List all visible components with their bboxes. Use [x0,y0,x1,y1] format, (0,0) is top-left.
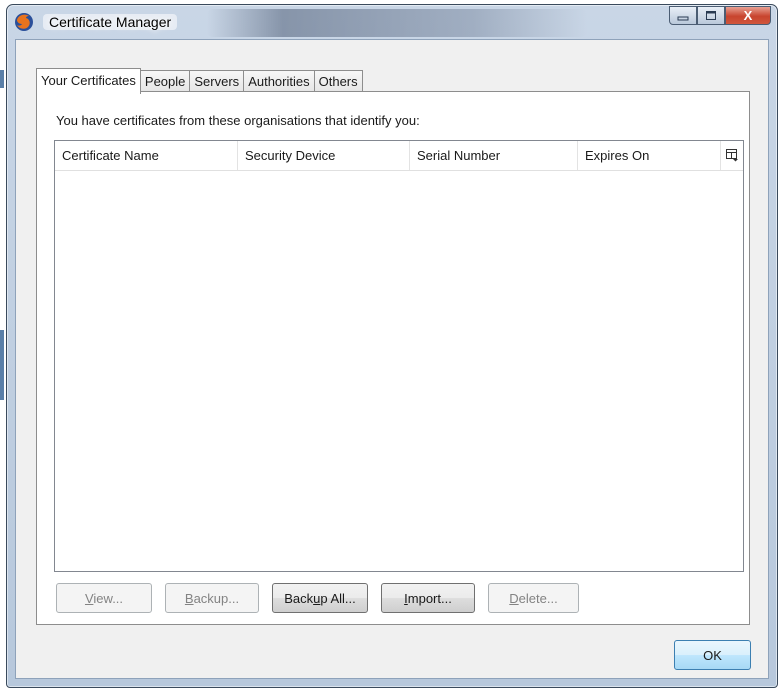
accesskey-letter: D [509,590,519,606]
backup-button[interactable]: Backup... [165,583,259,613]
column-header-expires-on[interactable]: Expires On [578,141,721,170]
close-icon: X [743,8,753,23]
maximize-icon [706,10,716,20]
minimize-button[interactable] [669,6,697,25]
button-label: Delete... [509,590,558,606]
column-header-security-device[interactable]: Security Device [238,141,410,170]
tab-servers[interactable]: Servers [189,70,245,93]
column-picker-icon[interactable] [725,148,739,162]
accesskey-letter: u [313,590,321,606]
action-buttons: View... Backup... Backup All... Import..… [56,583,592,613]
tab-others[interactable]: Others [313,70,363,93]
column-header-serial-number[interactable]: Serial Number [410,141,578,170]
tab-authorities[interactable]: Authorities [243,70,315,93]
button-label: Import... [404,590,452,606]
window-title: Certificate Manager [43,14,178,30]
accesskey-letter: B [184,590,194,606]
view-button[interactable]: View... [56,583,152,613]
column-header-certificate-name[interactable]: Certificate Name [55,141,238,170]
backup-all-button[interactable]: Backup All... [272,583,368,613]
dialog-client-area: Your Certificates People Servers Authori… [15,39,769,679]
window-controls: X [669,6,771,26]
delete-button[interactable]: Delete... [488,583,579,613]
title-bar-glass [207,9,587,37]
import-button[interactable]: Import... [381,583,475,613]
tab-panel: You have certificates from these organis… [36,91,750,625]
close-button[interactable]: X [725,6,771,25]
ok-label: OK [703,647,722,663]
ok-button[interactable]: OK [674,640,751,670]
button-label: View... [84,590,124,606]
background-artifact [0,70,4,88]
tab-strip: Your Certificates People Servers Authori… [36,68,363,94]
intro-text: You have certificates from these organis… [56,113,420,128]
certificate-tree[interactable]: Certificate Name Security Device Serial … [54,140,744,572]
firefox-icon [15,13,33,31]
background-artifact [0,330,4,400]
button-label: Backup... [184,590,240,606]
accesskey-letter: I [404,590,408,606]
maximize-button[interactable] [697,6,725,25]
tree-header: Certificate Name Security Device Serial … [55,141,743,171]
tab-people[interactable]: People [139,70,191,93]
certificate-manager-window: Certificate Manager X Your Certificates … [6,4,778,688]
title-bar[interactable]: Certificate Manager X [7,5,777,39]
accesskey-letter: V [84,590,94,606]
button-label: Backup All... [284,590,356,606]
minimize-icon [677,16,689,20]
tab-your-certificates[interactable]: Your Certificates [36,68,141,94]
